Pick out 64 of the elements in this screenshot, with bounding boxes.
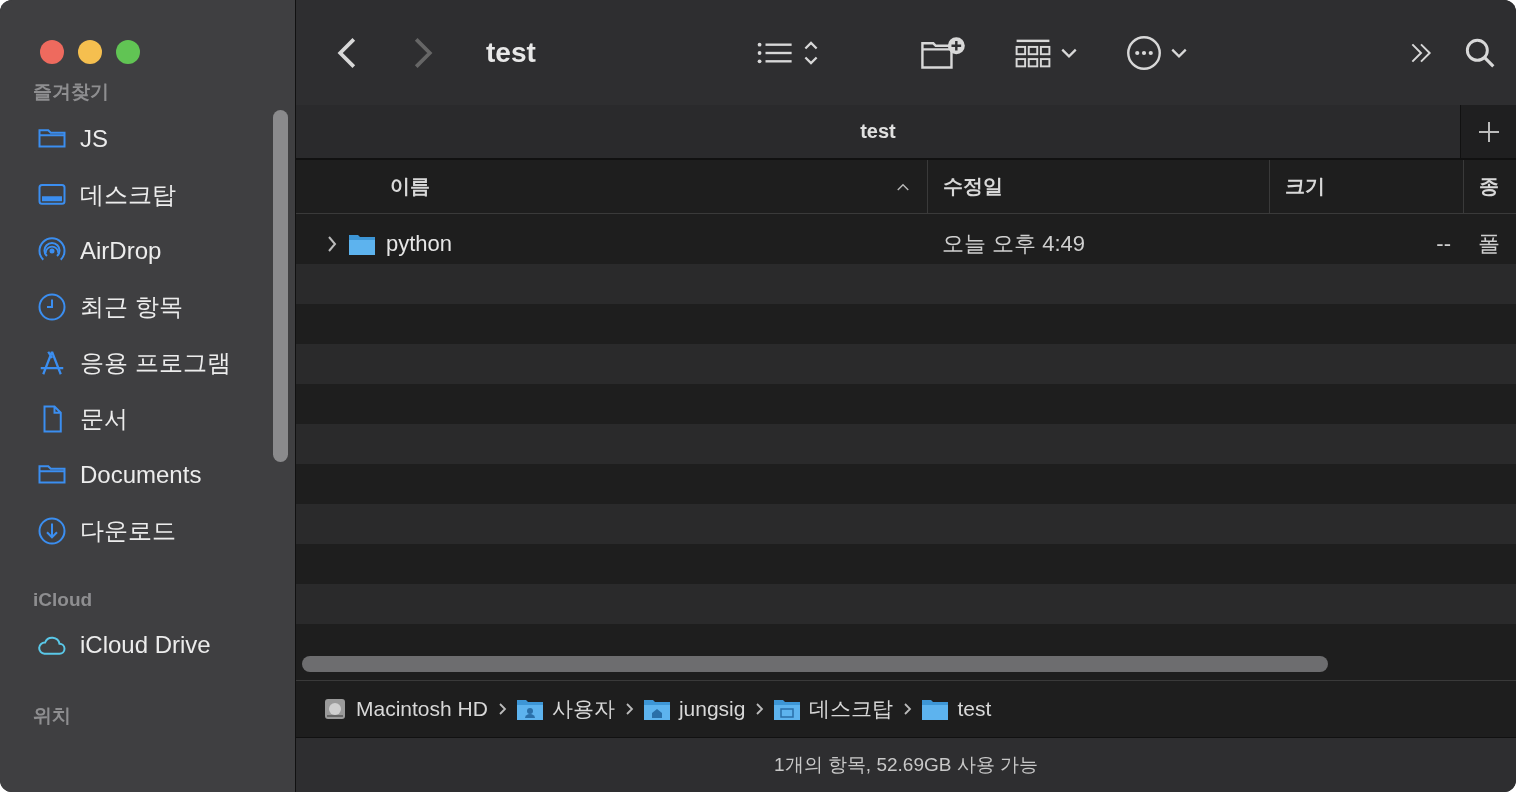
table-cell-text: 폴 bbox=[1477, 230, 1501, 258]
sidebar-label: 다운로드 bbox=[80, 516, 176, 546]
path-label: Macintosh HD bbox=[356, 697, 488, 721]
sidebar-item[interactable]: 최근 항목 bbox=[0, 279, 295, 335]
folder-icon bbox=[348, 232, 376, 256]
sidebar-label: 데스크탑 bbox=[80, 180, 176, 210]
path-label: test bbox=[957, 697, 992, 721]
path-item[interactable]: 데스크탑 bbox=[773, 695, 894, 723]
section-header: 위치 bbox=[32, 704, 72, 728]
sidebar-item[interactable]: Documents bbox=[0, 447, 295, 503]
column-header[interactable]: 수정일 bbox=[927, 160, 1269, 213]
home-folder-icon bbox=[642, 697, 671, 721]
user-folder-icon bbox=[515, 697, 544, 721]
sidebar-item[interactable]: iCloud Drive bbox=[0, 617, 295, 673]
sidebar-label: 응용 프로그램 bbox=[80, 348, 231, 378]
sidebar-label: Documents bbox=[80, 461, 202, 489]
scrollbar[interactable] bbox=[273, 110, 288, 462]
plus-icon bbox=[1477, 120, 1500, 143]
column-header[interactable]: 크기 bbox=[1269, 160, 1463, 213]
disclosure-icon[interactable] bbox=[326, 235, 338, 253]
table-cell-text: 오늘 오후 4:49 bbox=[941, 230, 1087, 258]
path-item[interactable]: Macintosh HD bbox=[322, 696, 488, 722]
table-cell-text: -- bbox=[1435, 231, 1452, 257]
close-button[interactable] bbox=[40, 40, 64, 64]
sidebar-item[interactable]: 다운로드 bbox=[0, 503, 295, 559]
scrollbar[interactable] bbox=[302, 656, 1328, 672]
sidebar-item[interactable]: JS bbox=[0, 111, 295, 167]
desktop-folder-icon bbox=[773, 697, 802, 721]
sidebar-label: 문서 bbox=[80, 404, 128, 434]
new-folder-icon[interactable] bbox=[919, 35, 966, 70]
sidebar-label: iCloud Drive bbox=[80, 631, 211, 659]
search-icon[interactable] bbox=[1464, 36, 1496, 69]
column-header[interactable]: 종 bbox=[1463, 160, 1516, 213]
sidebar-label: AirDrop bbox=[80, 237, 162, 265]
clock-icon bbox=[37, 292, 67, 322]
path-item[interactable]: test bbox=[921, 697, 992, 721]
section-header: 즐겨찾기 bbox=[32, 80, 110, 104]
status-text: 1개의 항목, 52.69GB 사용 가능 bbox=[296, 738, 1516, 792]
sidebar-item[interactable]: AirDrop bbox=[0, 223, 295, 279]
sort-caret-icon bbox=[897, 181, 909, 192]
sidebar-item[interactable]: 응용 프로그램 bbox=[0, 335, 295, 391]
new-tab-button[interactable] bbox=[1460, 105, 1516, 158]
window-title: test bbox=[486, 36, 536, 69]
sidebar-label: 최근 항목 bbox=[80, 292, 183, 322]
path-item[interactable]: jungsig bbox=[642, 697, 746, 721]
column-header[interactable]: 이름 bbox=[296, 160, 927, 213]
path-label: 사용자 bbox=[551, 696, 615, 722]
chevron-icon bbox=[901, 702, 914, 716]
path-item[interactable]: 사용자 bbox=[515, 695, 615, 723]
zoom-button[interactable] bbox=[116, 40, 140, 64]
minimize-button[interactable] bbox=[78, 40, 102, 64]
section-header: iCloud bbox=[32, 588, 94, 612]
sidebar-item[interactable]: 데스크탑 bbox=[0, 167, 295, 223]
chevron-down-icon[interactable] bbox=[1169, 46, 1188, 59]
download-icon bbox=[37, 516, 67, 546]
chevron-icon bbox=[753, 702, 766, 716]
path-label: 데스크탑 bbox=[809, 696, 894, 722]
file-name[interactable]: python bbox=[386, 231, 453, 257]
path-label: jungsig bbox=[678, 697, 746, 721]
more-icon[interactable] bbox=[1125, 34, 1162, 71]
sidebar-label: JS bbox=[80, 125, 108, 153]
chevron-down-icon[interactable] bbox=[1059, 46, 1078, 59]
sidebar-item[interactable]: 문서 bbox=[0, 391, 295, 447]
folder-icon bbox=[921, 697, 950, 721]
